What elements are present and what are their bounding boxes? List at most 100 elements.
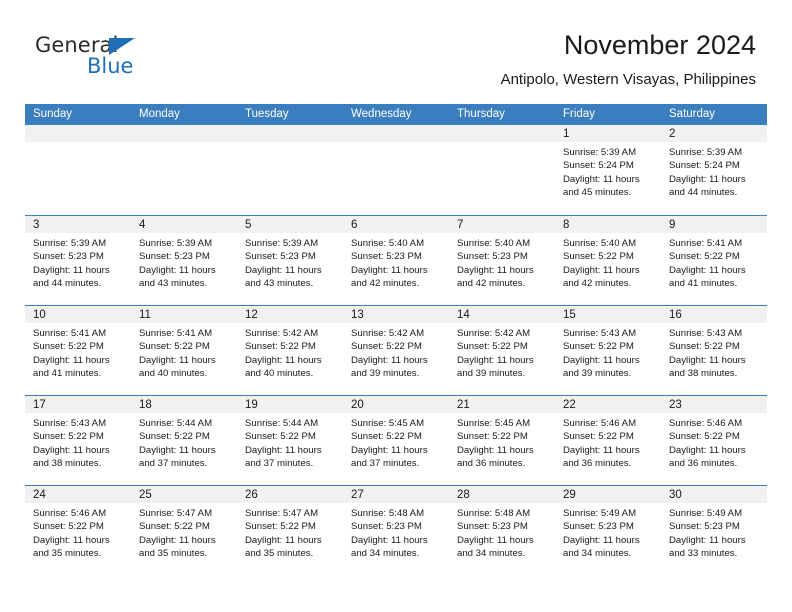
day-details: Sunrise: 5:43 AM Sunset: 5:22 PM Daylight:… [25,413,131,471]
day-number: 28 [449,486,555,503]
day-number [449,125,555,142]
day-details: Sunrise: 5:39 AM Sunset: 5:23 PM Daylight:… [25,233,131,291]
day-number: 11 [131,306,237,323]
sunset-text: Sunset: 5:23 PM [245,251,316,263]
day-cell[interactable]: 27 Sunrise: 5:48 AM Sunset: 5:23 PM Dayligh… [343,486,449,575]
day-cell[interactable]: 25 Sunrise: 5:47 AM Sunset: 5:22 PM Dayligh… [131,486,237,575]
sunrise-text: Sunrise: 5:49 AM [563,508,637,519]
general-blue-logo: General Blue [35,33,235,83]
daylight-text-line2: and 39 minutes. [351,368,420,380]
day-cell[interactable]: 20 Sunrise: 5:45 AM Sunset: 5:22 PM Dayligh… [343,396,449,485]
day-cell[interactable]: 9 Sunrise: 5:41 AM Sunset: 5:22 PM Daylight… [661,216,767,305]
daylight-text-line2: and 38 minutes. [33,458,102,470]
day-cell[interactable]: 18 Sunrise: 5:44 AM Sunset: 5:22 PM Dayligh… [131,396,237,485]
calendar-weeks: 1 Sunrise: 5:39 AM Sunset: 5:24 PM Daylight… [25,125,767,575]
daylight-text-line1: Daylight: 11 hours [457,534,534,546]
daylight-text-line1: Daylight: 11 hours [245,264,322,276]
sunrise-text: Sunrise: 5:46 AM [33,508,107,519]
sunset-text: Sunset: 5:23 PM [139,251,210,263]
daylight-text-line2: and 34 minutes. [563,548,632,560]
day-details: Sunrise: 5:45 AM Sunset: 5:22 PM Daylight:… [343,413,449,471]
day-cell[interactable]: 16 Sunrise: 5:43 AM Sunset: 5:22 PM Dayligh… [661,306,767,395]
daylight-text-line2: and 36 minutes. [563,458,632,470]
day-cell[interactable]: 2 Sunrise: 5:39 AM Sunset: 5:24 PM Daylight… [661,125,767,215]
daylight-text-line1: Daylight: 11 hours [669,534,746,546]
daylight-text-line2: and 36 minutes. [669,458,738,470]
triangle-icon [109,38,135,55]
weekday-header-sunday: Sunday [33,108,73,120]
day-number: 5 [237,216,343,233]
day-number: 25 [131,486,237,503]
day-cell[interactable]: 6 Sunrise: 5:40 AM Sunset: 5:23 PM Daylight… [343,216,449,305]
day-cell[interactable]: 29 Sunrise: 5:49 AM Sunset: 5:23 PM Dayligh… [555,486,661,575]
sunset-text: Sunset: 5:23 PM [563,521,634,533]
sunset-text: Sunset: 5:23 PM [351,251,422,263]
daylight-text-line1: Daylight: 11 hours [245,534,322,546]
daylight-text-line2: and 44 minutes. [669,187,738,199]
day-cell[interactable]: 28 Sunrise: 5:48 AM Sunset: 5:23 PM Dayligh… [449,486,555,575]
daylight-text-line1: Daylight: 11 hours [245,444,322,456]
daylight-text-line2: and 37 minutes. [139,458,208,470]
sunrise-text: Sunrise: 5:39 AM [33,238,107,249]
day-details: Sunrise: 5:40 AM Sunset: 5:22 PM Daylight:… [555,233,661,291]
day-details: Sunrise: 5:47 AM Sunset: 5:22 PM Daylight:… [237,503,343,561]
daylight-text-line2: and 37 minutes. [245,458,314,470]
daylight-text-line1: Daylight: 11 hours [457,264,534,276]
weekday-header-monday: Monday [139,108,180,120]
daylight-text-line2: and 43 minutes. [245,278,314,290]
sunset-text: Sunset: 5:22 PM [33,431,104,443]
day-cell[interactable]: 17 Sunrise: 5:43 AM Sunset: 5:22 PM Dayligh… [25,396,131,485]
sunset-text: Sunset: 5:22 PM [33,341,104,353]
day-cell[interactable]: 5 Sunrise: 5:39 AM Sunset: 5:23 PM Daylight… [237,216,343,305]
weekday-header-friday: Friday [563,108,595,120]
day-number: 4 [131,216,237,233]
day-cell[interactable]: 13 Sunrise: 5:42 AM Sunset: 5:22 PM Dayligh… [343,306,449,395]
sunrise-text: Sunrise: 5:47 AM [139,508,213,519]
day-number: 21 [449,396,555,413]
day-details: Sunrise: 5:41 AM Sunset: 5:22 PM Daylight:… [661,233,767,291]
day-cell[interactable]: 10 Sunrise: 5:41 AM Sunset: 5:22 PM Dayligh… [25,306,131,395]
weekday-header-tuesday: Tuesday [245,108,289,120]
daylight-text-line2: and 39 minutes. [563,368,632,380]
day-cell[interactable]: 14 Sunrise: 5:42 AM Sunset: 5:22 PM Dayligh… [449,306,555,395]
sunset-text: Sunset: 5:22 PM [669,251,740,263]
sunset-text: Sunset: 5:22 PM [563,431,634,443]
day-cell[interactable]: 30 Sunrise: 5:49 AM Sunset: 5:23 PM Dayligh… [661,486,767,575]
day-cell[interactable]: 15 Sunrise: 5:43 AM Sunset: 5:22 PM Dayligh… [555,306,661,395]
sunset-text: Sunset: 5:22 PM [351,341,422,353]
day-details: Sunrise: 5:48 AM Sunset: 5:23 PM Daylight:… [449,503,555,561]
sunrise-text: Sunrise: 5:44 AM [139,418,213,429]
daylight-text-line2: and 42 minutes. [563,278,632,290]
day-number: 29 [555,486,661,503]
day-cell[interactable]: 11 Sunrise: 5:41 AM Sunset: 5:22 PM Dayligh… [131,306,237,395]
day-cell[interactable]: 8 Sunrise: 5:40 AM Sunset: 5:22 PM Daylight… [555,216,661,305]
day-cell[interactable]: 23 Sunrise: 5:46 AM Sunset: 5:22 PM Dayligh… [661,396,767,485]
day-cell[interactable]: 7 Sunrise: 5:40 AM Sunset: 5:23 PM Daylight… [449,216,555,305]
day-cell[interactable]: 22 Sunrise: 5:46 AM Sunset: 5:22 PM Dayligh… [555,396,661,485]
day-cell[interactable]: 3 Sunrise: 5:39 AM Sunset: 5:23 PM Daylight… [25,216,131,305]
day-details: Sunrise: 5:48 AM Sunset: 5:23 PM Daylight:… [343,503,449,561]
daylight-text-line1: Daylight: 11 hours [351,264,428,276]
page-header: General Blue November 2024 Antipolo, Wes… [0,0,792,100]
day-details: Sunrise: 5:40 AM Sunset: 5:23 PM Daylight:… [343,233,449,291]
day-cell[interactable]: 21 Sunrise: 5:45 AM Sunset: 5:22 PM Dayligh… [449,396,555,485]
daylight-text-line1: Daylight: 11 hours [245,354,322,366]
sunrise-text: Sunrise: 5:39 AM [139,238,213,249]
calendar-week-row: 17 Sunrise: 5:43 AM Sunset: 5:22 PM Dayligh… [25,395,767,485]
day-cell[interactable]: 24 Sunrise: 5:46 AM Sunset: 5:22 PM Dayligh… [25,486,131,575]
day-details: Sunrise: 5:43 AM Sunset: 5:22 PM Daylight:… [661,323,767,381]
page-subtitle: Antipolo, Western Visayas, Philippines [500,71,756,88]
day-cell[interactable]: 4 Sunrise: 5:39 AM Sunset: 5:23 PM Daylight… [131,216,237,305]
day-details: Sunrise: 5:45 AM Sunset: 5:22 PM Daylight:… [449,413,555,471]
sunrise-text: Sunrise: 5:48 AM [351,508,425,519]
sunrise-text: Sunrise: 5:40 AM [457,238,531,249]
weekday-header-row: Sunday Monday Tuesday Wednesday Thursday Frid… [25,104,767,125]
day-cell[interactable]: 12 Sunrise: 5:42 AM Sunset: 5:22 PM Dayligh… [237,306,343,395]
day-cell[interactable]: 1 Sunrise: 5:39 AM Sunset: 5:24 PM Daylight… [555,125,661,215]
day-number: 18 [131,396,237,413]
day-cell[interactable]: 26 Sunrise: 5:47 AM Sunset: 5:22 PM Dayligh… [237,486,343,575]
daylight-text-line1: Daylight: 11 hours [33,264,110,276]
day-cell[interactable]: 19 Sunrise: 5:44 AM Sunset: 5:22 PM Dayligh… [237,396,343,485]
daylight-text-line1: Daylight: 11 hours [33,534,110,546]
day-details: Sunrise: 5:49 AM Sunset: 5:23 PM Daylight:… [555,503,661,561]
